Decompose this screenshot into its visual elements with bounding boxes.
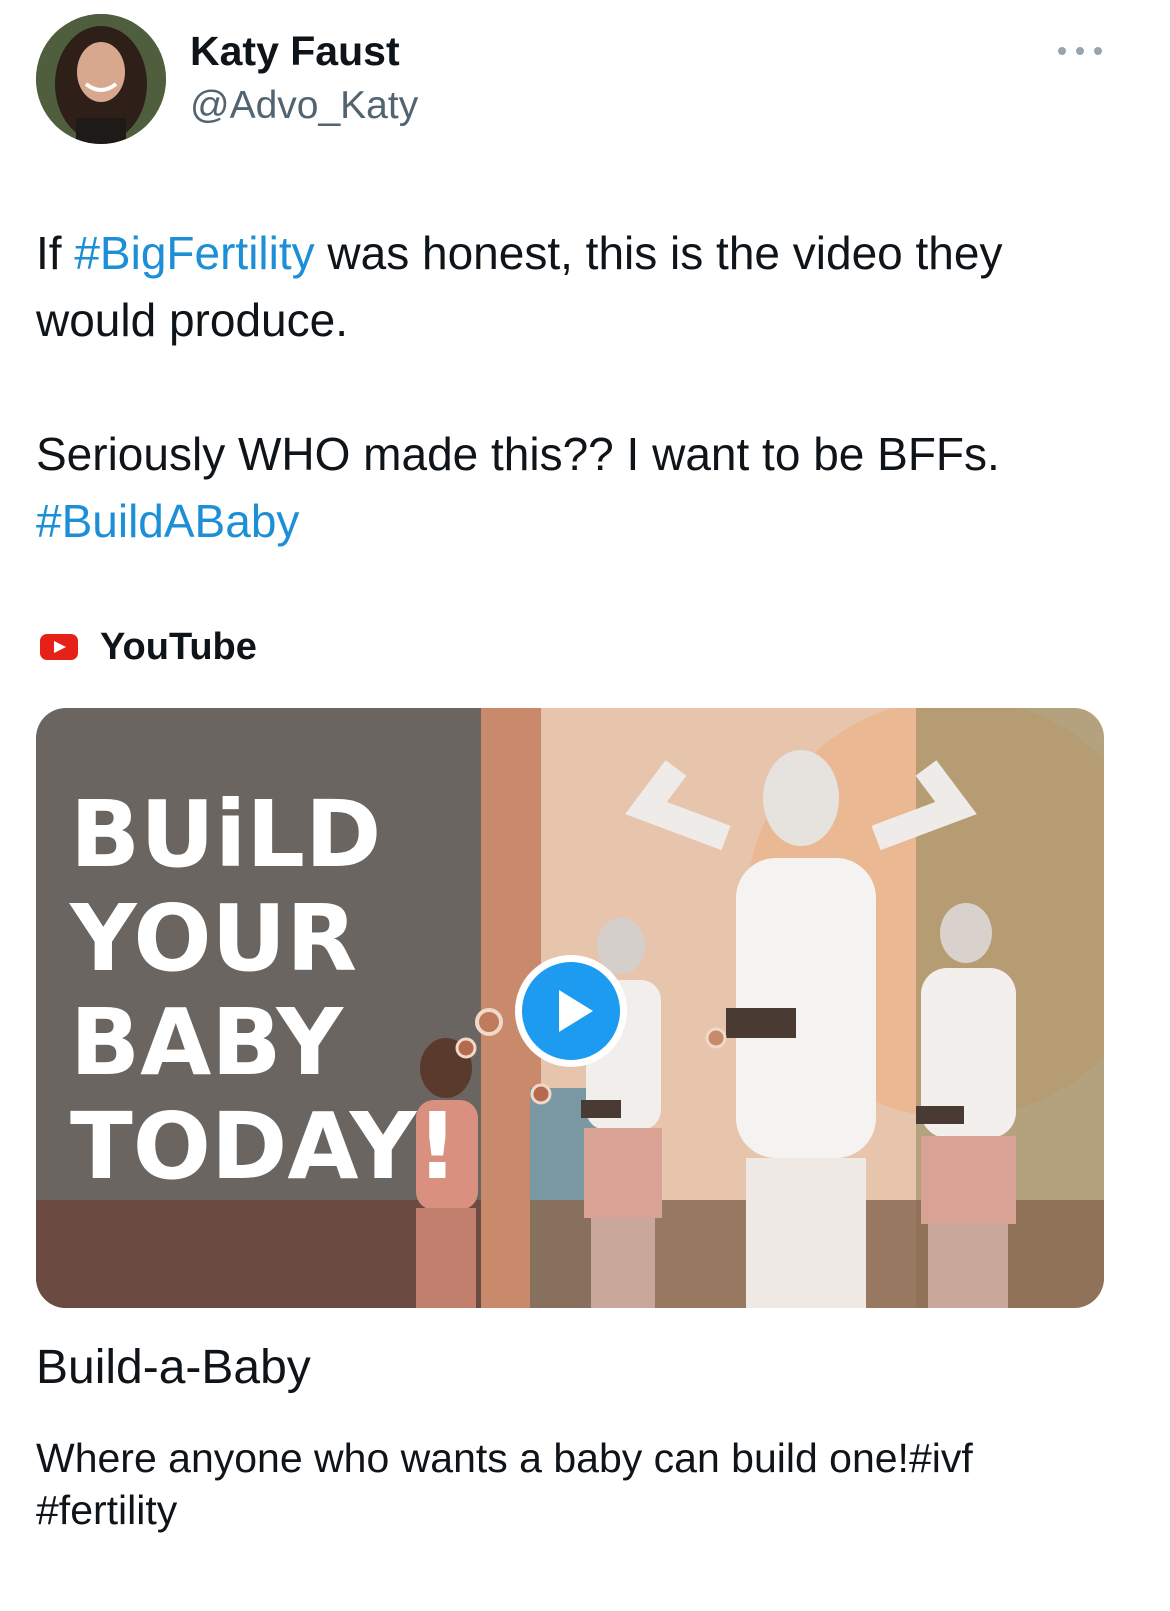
card-source[interactable]: YouTube <box>40 625 257 669</box>
hashtag-link[interactable]: #BigFertility <box>74 227 314 279</box>
author-handle[interactable]: @Advo_Katy <box>190 84 418 128</box>
author-display-name[interactable]: Katy Faust <box>190 28 400 75</box>
youtube-icon <box>40 634 78 660</box>
tweet-paragraph: If #BigFertility was honest, this is the… <box>36 220 1126 354</box>
more-dot <box>1058 47 1066 55</box>
tweet-paragraph: Seriously WHO made this?? I want to be B… <box>36 421 1126 555</box>
tweet-text: If #BigFertility was honest, this is the… <box>36 220 1126 555</box>
more-dot <box>1076 47 1084 55</box>
card-description: Where anyone who wants a baby can build … <box>36 1435 973 1533</box>
play-icon[interactable] <box>515 955 627 1067</box>
tweet-text-prefix: If <box>36 227 75 279</box>
more-options-icon[interactable] <box>1058 36 1102 66</box>
card-title[interactable]: Build-a-Baby <box>36 1340 311 1395</box>
card-source-label: YouTube <box>100 625 257 668</box>
author-avatar[interactable] <box>36 14 166 144</box>
hashtag-link[interactable]: #BuildABaby <box>36 495 299 547</box>
tweet-text-line: Seriously WHO made this?? I want to be B… <box>36 428 1000 480</box>
thumbnail-title: BUiLD YOUR BABY TODAY! <box>70 781 459 1200</box>
video-thumbnail[interactable]: BUiLD YOUR BABY TODAY! <box>36 708 1104 1308</box>
more-dot <box>1094 47 1102 55</box>
